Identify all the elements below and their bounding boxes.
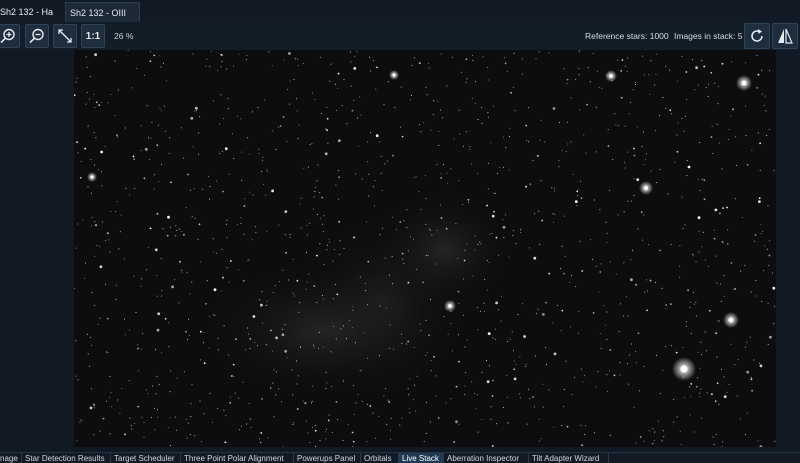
zoom-in-icon — [0, 28, 15, 44]
tab-sh2-132-ha[interactable]: Sh2 132 - Ha — [0, 2, 56, 22]
zoom-out-button[interactable] — [25, 24, 49, 48]
bottom-panel-tabs: nage Star Detection Results Target Sched… — [0, 452, 800, 463]
images-in-stack-label: Images in stack: 5 — [674, 31, 743, 41]
star-field-image — [74, 50, 776, 447]
zoom-level-label: 26 % — [114, 31, 134, 41]
zoom-in-button[interactable] — [0, 24, 20, 48]
reference-stars-label: Reference stars: 1000 — [585, 31, 669, 41]
flip-button[interactable] — [772, 23, 798, 49]
refresh-icon — [751, 29, 763, 42]
live-stack-image[interactable] — [74, 50, 776, 447]
flip-icon — [778, 28, 793, 44]
image-viewport[interactable] — [0, 50, 800, 452]
fit-to-window-icon — [58, 29, 72, 43]
document-tab-strip: Sh2 132 - Ha Sh2 132 - OIII — [0, 0, 800, 23]
tab-sh2-132-oiii[interactable]: Sh2 132 - OIII — [65, 2, 140, 22]
image-toolbar: 1:1 26 % Reference stars: 1000 Images in… — [0, 22, 800, 50]
refresh-button[interactable] — [744, 23, 770, 49]
one-to-one-button[interactable]: 1:1 — [81, 24, 105, 48]
fit-to-window-button[interactable] — [53, 24, 77, 48]
zoom-out-icon — [29, 28, 44, 44]
